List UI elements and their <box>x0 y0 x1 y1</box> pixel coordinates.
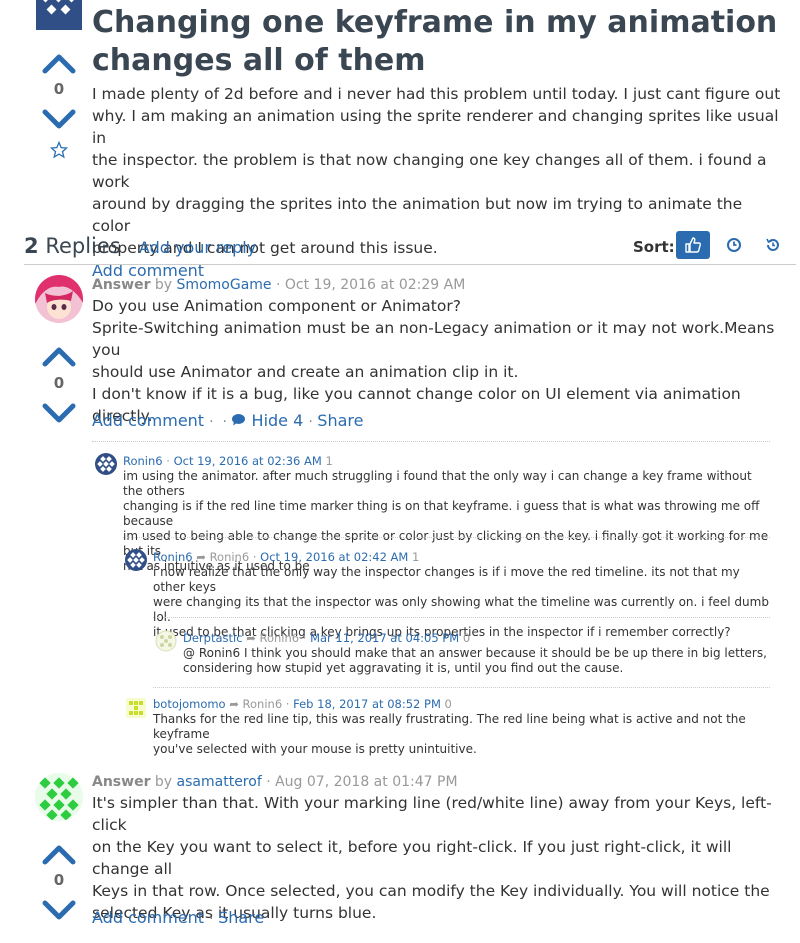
comment-1-meta: Ronin6 · Oct 19, 2016 at 02:36 AM 1 <box>123 454 333 468</box>
comment-4-reply-to: Ronin6 <box>242 697 283 711</box>
answer-2-by: by <box>154 774 173 790</box>
question-body-line: the inspector. the problem is that now c… <box>92 151 767 191</box>
comment-3-user-link[interactable]: Derptastic <box>183 631 243 645</box>
replies-bar: 2 Replies · Add your reply Sort: <box>24 230 796 265</box>
question-title: Changing one keyframe in my animation ch… <box>92 4 782 80</box>
answer-2-upvote-button[interactable] <box>41 840 77 866</box>
replies-label: Replies <box>45 234 121 258</box>
comment-2-score: 1 <box>412 550 420 564</box>
thumbs-up-icon <box>685 237 701 253</box>
answer-2-avatar <box>35 773 83 821</box>
sort-by-votes-button[interactable] <box>676 231 710 259</box>
comment-2-line: were changing its that the inspector was… <box>153 595 769 624</box>
comment-2-date-link[interactable]: Oct 19, 2016 at 02:42 AM <box>260 550 408 564</box>
history-icon <box>766 238 779 251</box>
answer-2-downvote-button[interactable] <box>41 899 77 925</box>
reply-arrow-icon: ➦ <box>196 550 206 564</box>
sort-by-oldest-button[interactable] <box>756 231 790 259</box>
comment-3-meta: Derptastic ➦ Ronin6 · Mar 11, 2017 at 04… <box>183 631 471 645</box>
replies-count: 2 <box>24 234 39 258</box>
answer-2-share-link[interactable]: Share <box>218 908 264 927</box>
comment-4-score: 0 <box>444 697 452 711</box>
reply-arrow-icon: ➦ <box>246 631 256 645</box>
answer-1-avatar <box>35 275 83 323</box>
comment-4-line: Thanks for the red line tip, this was re… <box>153 712 746 741</box>
answer-2-actions: Add comment · Share <box>92 908 265 927</box>
comment-1-line: changing is if the red line time marker … <box>123 499 760 528</box>
comment-3-avatar <box>155 630 177 652</box>
comment-4-avatar <box>125 697 147 719</box>
answer-1-date: · Oct 19, 2016 at 02:29 AM <box>275 277 466 293</box>
comment-2-reply-to: Ronin6 <box>209 550 250 564</box>
comment-3-line: @ Ronin6 I think you should make that an… <box>183 646 767 660</box>
answer-2-body-line: Keys in that row. Once selected, you can… <box>92 882 770 900</box>
comment-1-date-link[interactable]: Oct 19, 2016 at 02:36 AM <box>174 454 322 468</box>
answer-2-user-link[interactable]: asamatterof <box>177 774 262 790</box>
question-body-line: why. I am making an animation using the … <box>92 107 779 147</box>
answer-1-body-line: Do you use Animation component or Animat… <box>92 297 461 315</box>
question-body-line: I made plenty of 2d before and i never h… <box>92 85 781 103</box>
answer-2-date: · Aug 07, 2018 at 01:47 PM <box>266 774 458 790</box>
answer-1-add-comment-link[interactable]: Add comment <box>92 411 204 430</box>
question-title-line-2: changes all of them <box>92 43 426 78</box>
comment-divider <box>153 687 770 688</box>
comment-2-line: i now realize that the only way the insp… <box>153 565 740 594</box>
comments-divider <box>92 441 770 442</box>
answer-1-vote-count: 0 <box>53 374 65 392</box>
comment-divider <box>123 537 770 538</box>
question-vote-count: 0 <box>53 80 65 98</box>
comment-4-line: you've selected with your mouse is prett… <box>153 742 477 756</box>
answer-2-meta: Answer by asamatterof · Aug 07, 2018 at … <box>92 774 458 790</box>
comment-divider <box>153 617 770 618</box>
comment-3-score: 0 <box>462 631 471 645</box>
clock-icon <box>727 238 741 252</box>
answer-1-user-link[interactable]: SmomoGame <box>177 277 272 293</box>
answer-1-downvote-button[interactable] <box>41 402 77 428</box>
comment-bubble-icon <box>231 411 251 430</box>
add-reply-link[interactable]: Add your reply <box>139 238 256 257</box>
comment-3-date-link[interactable]: Mar 11, 2017 at 04:05 PM <box>310 631 459 645</box>
question-title-line-1: Changing one keyframe in my animation <box>92 5 778 40</box>
favorite-star-icon[interactable] <box>49 140 69 159</box>
answer-1-share-link[interactable]: Share <box>317 411 363 430</box>
replies-separator: · <box>127 239 133 257</box>
answer-2-vote-count: 0 <box>53 871 65 889</box>
answer-1-meta: Answer by SmomoGame · Oct 19, 2016 at 02… <box>92 277 465 293</box>
comment-4-user-link[interactable]: botojomomo <box>153 697 226 711</box>
comment-3: Derptastic ➦ Ronin6 · Mar 11, 2017 at 04… <box>183 631 773 676</box>
answer-2-body-line: It's simpler than that. With your markin… <box>92 794 772 834</box>
comment-1-avatar <box>95 453 117 475</box>
comment-3-reply-to: Ronin6 <box>259 631 300 645</box>
answer-1-body: Do you use Animation component or Animat… <box>92 295 792 427</box>
question-downvote-button[interactable] <box>41 108 77 134</box>
sort-label: Sort: <box>633 238 675 256</box>
answer-1-body-line: Sprite-Switching animation must be an no… <box>92 319 775 359</box>
sort-by-newest-button[interactable] <box>717 231 751 259</box>
question-upvote-button[interactable] <box>41 49 77 75</box>
answer-1-kind: Answer <box>92 277 151 293</box>
answer-1-body-line: should use Animator and create an animat… <box>92 363 519 381</box>
answer-1-upvote-button[interactable] <box>41 342 77 368</box>
comment-2-user-link[interactable]: Ronin6 <box>153 550 193 564</box>
comment-1-user-link[interactable]: Ronin6 <box>123 454 163 468</box>
answer-2-body-line: on the Key you want to select it, before… <box>92 838 732 878</box>
comment-4: botojomomo ➦ Ronin6 · Feb 18, 2017 at 08… <box>153 697 773 757</box>
comment-2-avatar <box>125 549 147 571</box>
comment-4-date-link[interactable]: Feb 18, 2017 at 08:52 PM <box>293 697 441 711</box>
answer-1-actions: Add comment · · Hide 4 · Share <box>92 411 364 430</box>
answer-1-hide-comments-link[interactable]: Hide 4 <box>252 411 304 430</box>
comment-2-meta: Ronin6 ➦ Ronin6 · Oct 19, 2016 at 02:42 … <box>153 550 420 564</box>
comment-2: Ronin6 ➦ Ronin6 · Oct 19, 2016 at 02:42 … <box>153 550 773 640</box>
comment-1-line: im using the animator. after much strugg… <box>123 469 752 498</box>
answer-1-by: by <box>154 277 173 293</box>
reply-arrow-icon: ➦ <box>229 697 239 711</box>
comment-4-meta: botojomomo ➦ Ronin6 · Feb 18, 2017 at 08… <box>153 697 452 711</box>
question-avatar <box>36 0 82 30</box>
answer-2-body: It's simpler than that. With your markin… <box>92 792 792 924</box>
comment-1-score: 1 <box>325 454 333 468</box>
answer-2-add-comment-link[interactable]: Add comment <box>92 908 204 927</box>
comment-3-line: considering how stupid yet aggravating i… <box>183 661 624 675</box>
answer-2-kind: Answer <box>92 774 151 790</box>
